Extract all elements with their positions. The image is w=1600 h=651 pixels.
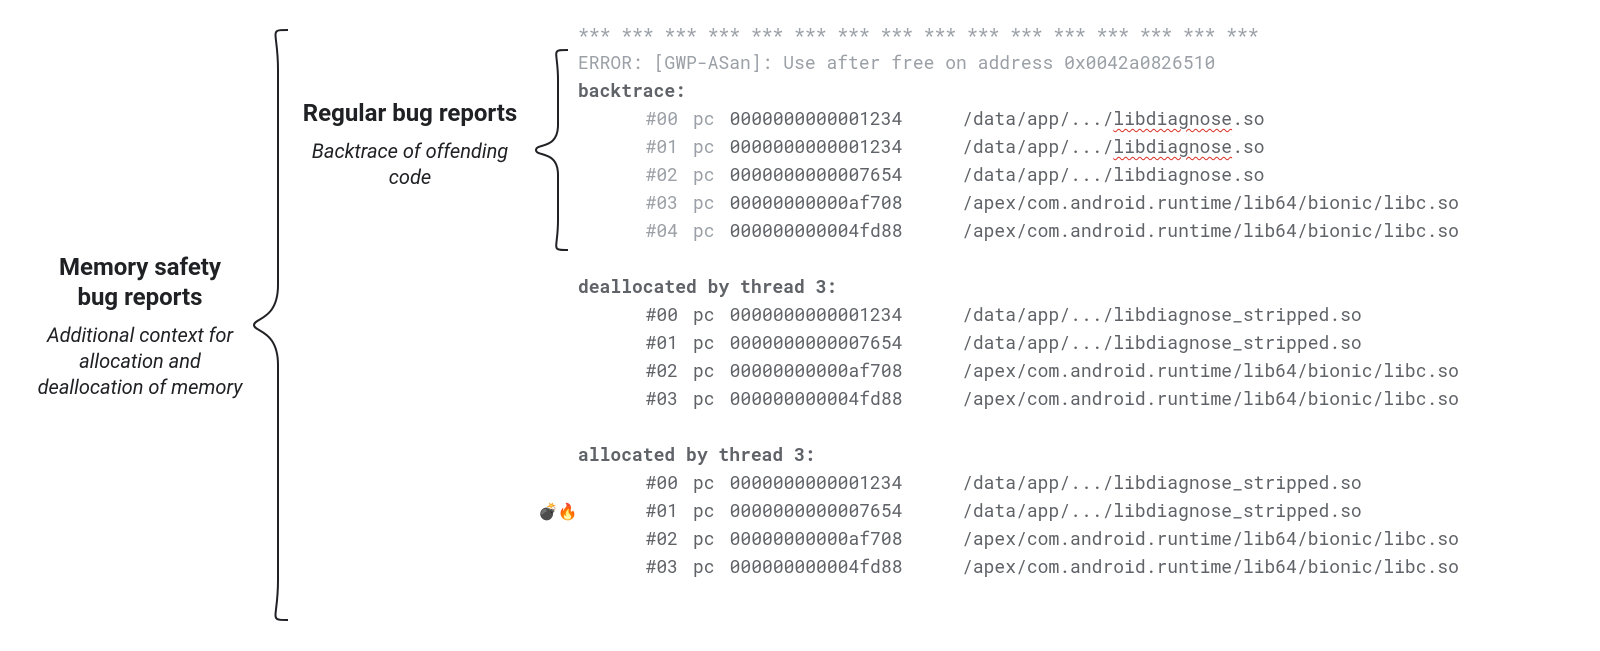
code-line: #02 pc 0000000000007654 /data/app/.../li… bbox=[578, 160, 1580, 188]
bomb-fire-icon: 💣🔥 bbox=[538, 498, 578, 526]
code-line bbox=[578, 244, 1580, 272]
code-line: #01 pc 0000000000001234 /data/app/.../li… bbox=[578, 132, 1580, 160]
code-line: allocated by thread 3: bbox=[578, 440, 1580, 468]
code-line: #04 pc 000000000004fd88 /apex/com.androi… bbox=[578, 216, 1580, 244]
regular-bug-subtitle: Backtrace of offending code bbox=[296, 138, 524, 190]
memory-safety-subtitle: Additional context for allocation and de… bbox=[36, 322, 244, 400]
brace-large bbox=[250, 20, 290, 631]
code-line: #00 pc 0000000000001234 /data/app/.../li… bbox=[578, 468, 1580, 496]
code-line: #03 pc 000000000004fd88 /apex/com.androi… bbox=[578, 384, 1580, 412]
code-line: #01 pc 0000000000007654 /data/app/.../li… bbox=[578, 328, 1580, 356]
code-line: ERROR: [GWP-ASan]: Use after free on add… bbox=[578, 48, 1580, 76]
code-line: #02 pc 00000000000af708 /apex/com.androi… bbox=[578, 356, 1580, 384]
code-line: #03 pc 00000000000af708 /apex/com.androi… bbox=[578, 188, 1580, 216]
code-line: #00 pc 0000000000001234 /data/app/.../li… bbox=[578, 300, 1580, 328]
code-line: #00 pc 0000000000001234 /data/app/.../li… bbox=[578, 104, 1580, 132]
code-line: #03 pc 000000000004fd88 /apex/com.androi… bbox=[578, 552, 1580, 580]
code-line: *** *** *** *** *** *** *** *** *** *** … bbox=[578, 20, 1580, 48]
code-line: deallocated by thread 3: bbox=[578, 272, 1580, 300]
regular-bug-label-block: Regular bug reports Backtrace of offendi… bbox=[290, 20, 530, 631]
regular-bug-title: Regular bug reports bbox=[296, 98, 524, 128]
code-line: #02 pc 00000000000af708 /apex/com.androi… bbox=[578, 524, 1580, 552]
memory-safety-title: Memory safety bug reports bbox=[36, 252, 244, 312]
memory-safety-label-block: Memory safety bug reports Additional con… bbox=[30, 20, 250, 631]
crash-report: *** *** *** *** *** *** *** *** *** *** … bbox=[570, 20, 1580, 631]
code-line: backtrace: bbox=[578, 76, 1580, 104]
code-line bbox=[578, 412, 1580, 440]
brace-small bbox=[530, 20, 570, 631]
code-line: 💣🔥#01 pc 0000000000007654 /data/app/.../… bbox=[578, 496, 1580, 524]
